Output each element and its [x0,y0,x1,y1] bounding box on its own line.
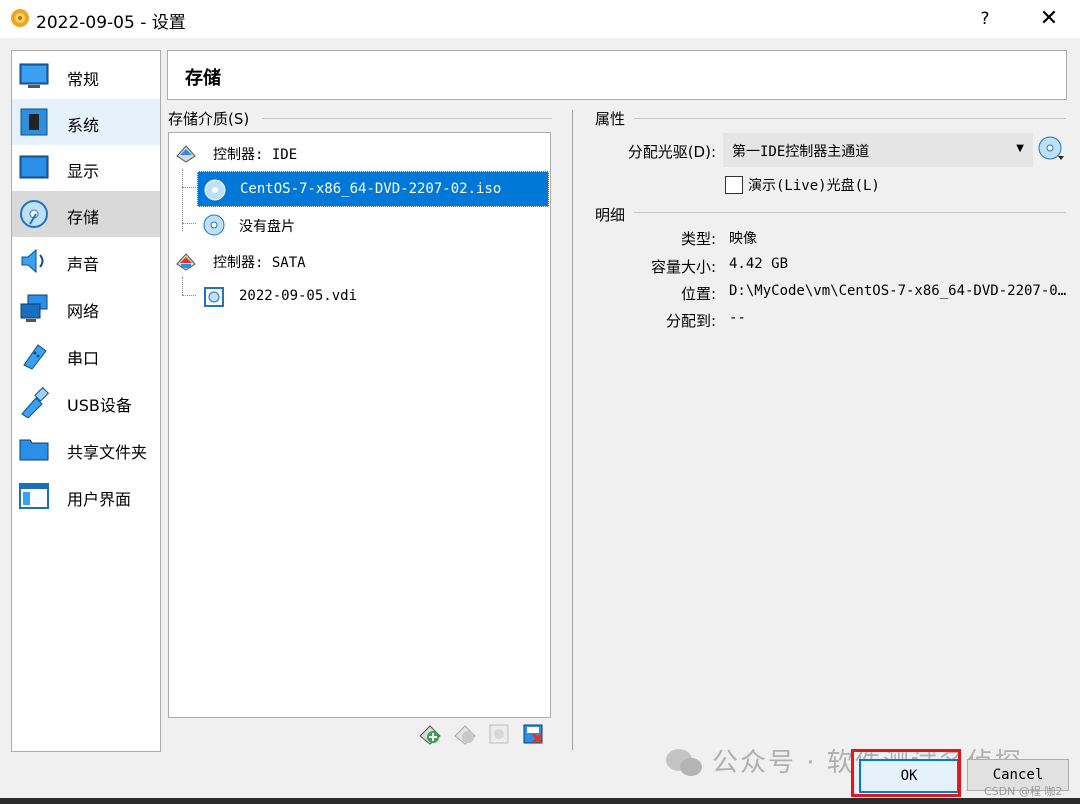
window-icon [19,483,49,509]
location-value: D:\MyCode\vm\CentOS-7-x86_64-DVD-2207-0… [729,283,1067,299]
type-label: 类型: [680,230,716,248]
choose-disk-icon[interactable] [1038,136,1066,164]
optical-drive-label: 分配光驱(D): [627,143,716,161]
tree-item-label: 2022-09-05.vdi [239,288,358,304]
page-title: 存储 [185,68,221,89]
sidebar-item-label: 存储 [67,208,100,227]
virtualbox-app-icon [11,9,29,27]
remove-attachment-icon[interactable] [521,722,545,746]
sidebar-item-label: USB设备 [67,396,132,415]
sidebar-item-label: 显示 [67,162,100,181]
ide-controller-icon [176,145,196,163]
sidebar-item-user-interface[interactable]: 用户界面 [12,473,160,519]
sata-controller-icon [176,253,196,271]
attached-to-value: -- [729,310,746,326]
tree-item-label: 没有盘片 [239,219,295,235]
page-header: 存储 [167,50,1067,100]
sidebar-item-network[interactable]: 网络 [12,285,160,331]
storage-tree[interactable]: 控制器: IDE CentOS-7-x86_64-DVD-2207-02.iso… [168,132,551,718]
tree-item-label: 控制器: SATA [213,255,306,271]
sidebar-item-label: 串口 [67,349,100,368]
sidebar-item-storage[interactable]: 存储 [12,191,160,237]
optical-disc-icon [204,179,226,201]
sidebar-item-label: 系统 [67,116,100,135]
storage-devices-group-title: 存储介质(S) [168,108,256,129]
folder-icon [19,439,49,461]
usb-icon [21,386,50,418]
group-divider [634,212,1066,213]
network-icon [20,294,48,322]
chip-icon [20,108,48,136]
remove-controller-icon [454,725,476,745]
sidebar-item-label: 用户界面 [67,490,132,509]
live-cd-checkbox[interactable] [725,176,743,194]
sidebar-item-label: 常规 [67,70,100,89]
tree-item-label: 控制器: IDE [213,147,298,163]
wechat-icon [666,749,702,776]
speaker-icon [21,248,44,274]
size-value: 4.42 GB [729,256,789,272]
attributes-group-title: 属性 [595,108,632,129]
sidebar-item-audio[interactable]: 声音 [12,238,160,284]
sidebar-item-system[interactable]: 系统 [12,99,160,145]
serial-port-icon [23,344,47,370]
tree-item-ide-controller[interactable]: 控制器: IDE [173,135,543,169]
tree-item-label: CentOS-7-x86_64-DVD-2207-02.iso [240,181,502,197]
tree-connector [182,223,196,224]
panel-divider [572,110,573,750]
location-label: 位置: [680,285,716,303]
add-attachment-icon [489,724,509,744]
taskbar-strip [0,798,1080,804]
sidebar-item-label: 共享文件夹 [67,443,148,462]
sidebar-item-serial-ports[interactable]: 串口 [12,332,160,378]
group-divider [262,118,552,119]
sidebar-item-display[interactable]: 显示 [12,145,160,191]
group-divider [634,118,1066,119]
add-controller-icon[interactable] [418,722,442,746]
optical-drive-select[interactable]: 第一IDE控制器主通道 ▼ [723,133,1033,167]
tree-connector [182,295,196,296]
tree-connector [182,277,183,295]
sidebar-item-usb[interactable]: USB设备 [12,379,160,425]
tree-item-empty-drive[interactable]: 没有盘片 [197,207,547,241]
size-label: 容量大小: [650,258,716,276]
display-icon [19,155,49,179]
chevron-down-icon: ▼ [1016,143,1024,154]
optical-drive-value: 第一IDE控制器主通道 [732,144,870,160]
hard-disk-icon [204,287,224,307]
csdn-watermark: CSDN @程 咖2 [984,785,1063,798]
sidebar-item-label: 网络 [67,302,100,321]
tree-connector [182,169,183,231]
live-cd-label[interactable]: 演示(Live)光盘(L) [748,175,880,195]
help-button[interactable]: ? [972,6,998,32]
title-bar: 2022-09-05 - 设置 ? ✕ [0,0,1080,38]
window-title: 2022-09-05 - 设置 [36,13,186,33]
type-value: 映像 [729,231,757,247]
sidebar-item-shared-folders[interactable]: 共享文件夹 [12,426,160,472]
sidebar-item-label: 声音 [67,255,100,274]
tree-item-vdi-disk[interactable]: 2022-09-05.vdi [197,279,547,313]
attached-to-label: 分配到: [665,312,716,330]
storage-icon [20,200,48,228]
tree-item-centos-iso[interactable]: CentOS-7-x86_64-DVD-2207-02.iso [197,171,549,207]
details-group-title: 明细 [595,204,632,225]
close-button[interactable]: ✕ [1036,6,1062,32]
settings-sidebar: 常规 系统 显示 存储 声音 网络 串口 USB设备 共享文件夹 用户界面 [11,50,161,752]
tree-item-sata-controller[interactable]: 控制器: SATA [173,243,543,277]
tree-connector [182,187,196,188]
sidebar-item-general[interactable]: 常规 [12,53,160,99]
empty-disc-icon [203,214,225,236]
ok-highlight-box [851,749,961,797]
monitor-icon [19,63,49,88]
